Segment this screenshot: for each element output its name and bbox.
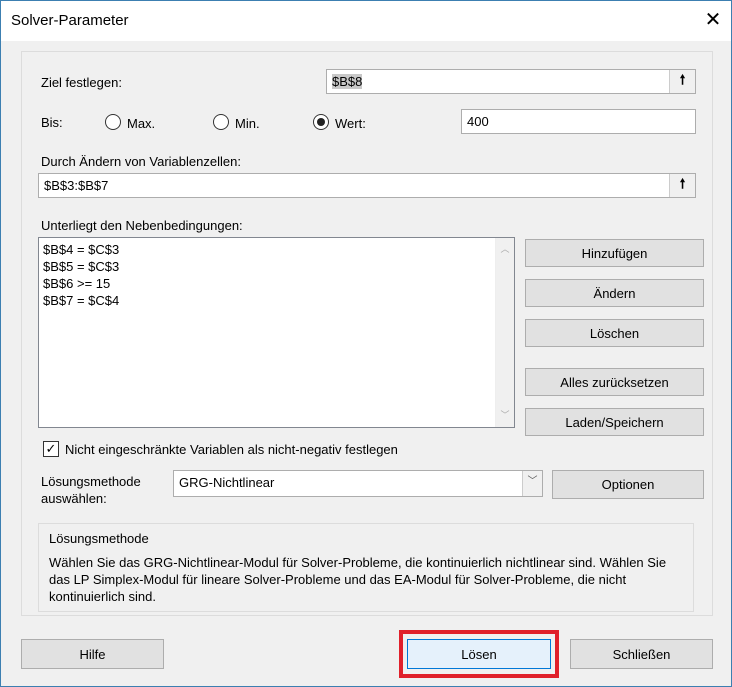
radio-max[interactable] bbox=[105, 114, 121, 130]
list-item[interactable]: $B$4 = $C$3 bbox=[43, 241, 510, 258]
variables-input[interactable]: $B$3:$B$7 🠕 bbox=[38, 173, 696, 198]
solve-button[interactable]: Lösen bbox=[407, 639, 551, 669]
close-icon[interactable]: ✕ bbox=[701, 7, 725, 32]
method-description-box: Lösungsmethode Wählen Sie das GRG-Nichtl… bbox=[38, 523, 694, 612]
constraints-list[interactable]: $B$4 = $C$3 $B$5 = $C$3 $B$6 >= 15 $B$7 … bbox=[38, 237, 515, 428]
scroll-up-icon[interactable]: ︿ bbox=[496, 241, 514, 258]
scroll-down-icon[interactable]: ﹀ bbox=[496, 407, 514, 424]
close-button[interactable]: Schließen bbox=[570, 639, 713, 669]
objective-input[interactable]: $B$8 🠕 bbox=[326, 69, 696, 94]
options-button[interactable]: Optionen bbox=[552, 470, 704, 499]
change-button[interactable]: Ändern bbox=[525, 279, 704, 307]
delete-button[interactable]: Löschen bbox=[525, 319, 704, 347]
scrollbar[interactable]: ︿ ﹀ bbox=[495, 238, 514, 427]
add-button[interactable]: Hinzufügen bbox=[525, 239, 704, 267]
list-item[interactable]: $B$5 = $C$3 bbox=[43, 258, 510, 275]
list-item[interactable]: $B$7 = $C$4 bbox=[43, 292, 510, 309]
method-selected: GRG-Nichtlinear bbox=[179, 475, 275, 490]
target-value-input[interactable]: 400 bbox=[461, 109, 696, 134]
to-label: Bis: bbox=[41, 115, 63, 130]
description-title: Lösungsmethode bbox=[49, 531, 149, 546]
objective-value: $B$8 bbox=[332, 74, 363, 89]
radio-value-label: Wert: bbox=[335, 116, 366, 131]
radio-max-label: Max. bbox=[127, 116, 156, 131]
load-save-button[interactable]: Laden/Speichern bbox=[525, 408, 704, 436]
reset-all-button[interactable]: Alles zurücksetzen bbox=[525, 368, 704, 396]
collapse-ref-icon[interactable]: 🠕 bbox=[669, 174, 695, 197]
dialog-title: Solver-Parameter bbox=[11, 12, 129, 29]
radio-min-label: Min. bbox=[235, 116, 260, 131]
radio-min[interactable] bbox=[213, 114, 229, 130]
nonneg-label: Nicht eingeschränkte Variablen als nicht… bbox=[65, 442, 398, 457]
collapse-ref-icon[interactable]: 🠕 bbox=[669, 70, 695, 93]
variables-label: Durch Ändern von Variablenzellen: bbox=[41, 154, 241, 169]
method-label-1: Lösungsmethode bbox=[41, 474, 141, 489]
method-select[interactable]: GRG-Nichtlinear ﹀ bbox=[173, 470, 543, 497]
chevron-down-icon[interactable]: ﹀ bbox=[522, 471, 542, 496]
method-label-2: auswählen: bbox=[41, 491, 107, 506]
variables-value: $B$3:$B$7 bbox=[44, 178, 109, 193]
help-button[interactable]: Hilfe bbox=[21, 639, 164, 669]
objective-label: Ziel festlegen: bbox=[41, 75, 122, 90]
nonneg-checkbox[interactable]: ✓ bbox=[43, 441, 59, 457]
constraints-label: Unterliegt den Nebenbedingungen: bbox=[41, 218, 243, 233]
description-text: Wählen Sie das GRG-Nichtlinear-Modul für… bbox=[49, 555, 667, 604]
radio-value[interactable] bbox=[313, 114, 329, 130]
list-item[interactable]: $B$6 >= 15 bbox=[43, 275, 510, 292]
